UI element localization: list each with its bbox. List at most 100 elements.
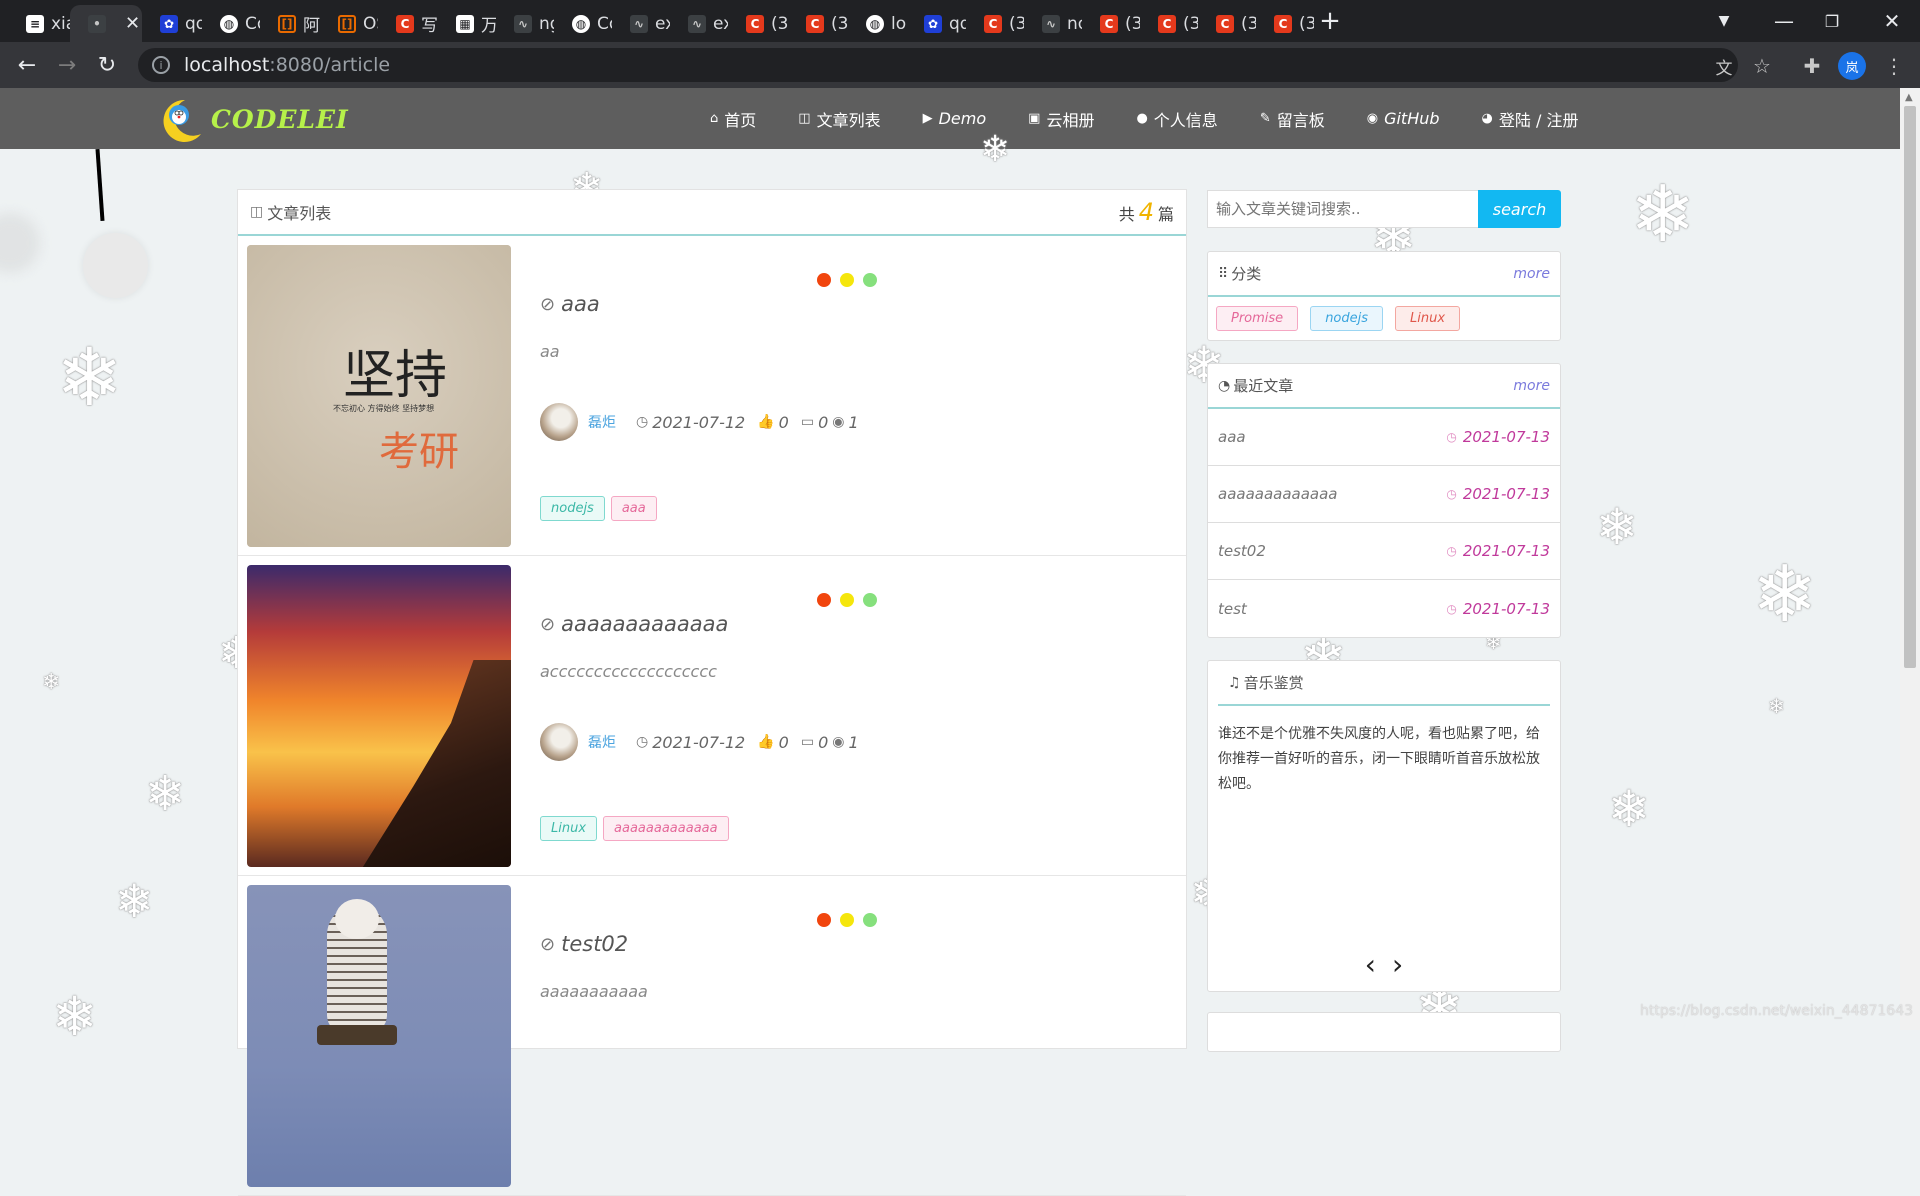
thumbs-up-icon: 👍: [757, 414, 775, 430]
back-arrow-icon[interactable]: ←: [12, 50, 42, 80]
recent-articles-box: ◔ 最近文章 more aaa ◷ 2021-07-13 aaaaaaaaaaaaa…: [1207, 363, 1561, 638]
browser-tab[interactable]: C (33: [728, 5, 788, 42]
window-close-button[interactable]: ✕: [1862, 0, 1920, 42]
nav-item[interactable]: ⌂ 首页: [710, 107, 756, 131]
browser-tab[interactable]: C (33: [966, 5, 1024, 42]
tag[interactable]: Linux: [540, 816, 598, 841]
tag[interactable]: nodejs: [540, 496, 605, 521]
article-desc: aa: [540, 342, 560, 361]
article-card[interactable]: ⊘ test02 aaaaaaaaaaa: [238, 876, 1186, 1196]
author-avatar[interactable]: [540, 723, 578, 761]
browser-tab[interactable]: C (33: [788, 5, 848, 42]
tag[interactable]: aaa: [610, 496, 657, 521]
category-tag[interactable]: Linux: [1395, 306, 1461, 331]
category-more-link[interactable]: more: [1513, 266, 1550, 282]
tab-favicon-icon: ◍: [866, 14, 884, 33]
tab-label: (33: [831, 13, 848, 34]
browser-tab[interactable]: ≡ xia: [8, 5, 70, 42]
tab-close-icon[interactable]: ✕: [125, 13, 140, 34]
like-button[interactable]: 👍 0: [757, 413, 789, 432]
bookmark-star-icon[interactable]: ☆: [1748, 52, 1776, 80]
scroll-up-icon[interactable]: ▲: [1905, 92, 1913, 103]
browser-tab[interactable]: C 写文: [378, 5, 438, 42]
extensions-icon[interactable]: ✚: [1798, 52, 1826, 80]
browser-tab[interactable]: [] OS: [320, 5, 378, 42]
browser-tab[interactable]: [] 阿里: [260, 5, 320, 42]
like-button[interactable]: 👍 0: [757, 733, 789, 752]
url-field[interactable]: i localhost:8080/article: [138, 48, 1738, 82]
article-card[interactable]: 坚持 不忘初心 方得始终 坚持梦想 考研 ⊘ aaa aa 磊炬 ◷ 2021-07…: [238, 236, 1186, 556]
nav-item[interactable]: ◕ 登陆 / 注册: [1482, 107, 1579, 131]
nav-item-label: 首页: [724, 110, 757, 130]
author-avatar[interactable]: [540, 403, 578, 441]
recent-article-item[interactable]: test ◷ 2021-07-13: [1208, 580, 1560, 637]
clock-icon: ◷: [1446, 430, 1457, 444]
page-scrollbar[interactable]: ▲: [1900, 88, 1920, 1030]
browser-tab[interactable]: C (33: [1140, 5, 1198, 42]
recent-article-item[interactable]: aaaaaaaaaaaaa ◷ 2021-07-13: [1208, 466, 1560, 523]
category-tag[interactable]: Promise: [1216, 306, 1299, 331]
nav-item-label: 留言板: [1276, 110, 1325, 130]
article-title[interactable]: ⊘ test02: [540, 932, 628, 956]
browser-tab[interactable]: C (33: [1082, 5, 1140, 42]
search-button[interactable]: search: [1478, 190, 1561, 228]
profile-avatar[interactable]: 岚: [1838, 52, 1866, 80]
browser-tab[interactable]: ✿ qq: [142, 5, 202, 42]
nav-item-label: Demo: [938, 109, 987, 128]
article-thumbnail[interactable]: [247, 565, 511, 867]
dot-yellow: [840, 273, 854, 287]
translate-icon[interactable]: 文: [1710, 52, 1738, 80]
browser-tab[interactable]: ◍ Co: [202, 5, 260, 42]
category-tag[interactable]: nodejs: [1310, 306, 1384, 331]
browser-tab[interactable]: ∿ ngi: [496, 5, 554, 42]
nav-item[interactable]: ✎ 留言板: [1260, 107, 1325, 131]
article-thumbnail[interactable]: 坚持 不忘初心 方得始终 坚持梦想 考研: [247, 245, 511, 547]
browser-tab[interactable]: ◍ Co: [554, 5, 612, 42]
forward-arrow-icon[interactable]: →: [52, 50, 82, 80]
article-title[interactable]: ⊘ aaaaaaaaaaaaa: [540, 612, 728, 636]
browser-tab[interactable]: • ✕: [70, 5, 142, 42]
nav-item[interactable]: ▣ 云相册: [1028, 107, 1094, 131]
tab-favicon-icon: ◍: [220, 14, 238, 33]
author-name[interactable]: 磊炬: [588, 732, 616, 752]
author-name[interactable]: 磊炬: [588, 412, 616, 432]
tab-search-icon[interactable]: ▼: [1694, 0, 1754, 42]
article-card[interactable]: ⊘ aaaaaaaaaaaaa accccccccccccccccccc 磊炬 ◷…: [238, 556, 1186, 876]
recent-article-item[interactable]: test02 ◷ 2021-07-13: [1208, 523, 1560, 580]
prev-arrow-icon[interactable]: ‹: [1365, 948, 1376, 981]
next-sidebar-box: [1207, 1012, 1561, 1052]
new-tab-button[interactable]: +: [1300, 0, 1360, 42]
site-info-icon[interactable]: i: [152, 56, 170, 74]
music-header: ♫ 音乐鉴赏: [1218, 661, 1550, 706]
recent-more-link[interactable]: more: [1513, 378, 1550, 394]
thumb-text-main: 坚持: [343, 346, 448, 406]
comment-count: ▭ 0: [800, 732, 829, 752]
article-thumbnail[interactable]: [247, 885, 511, 1187]
browser-tab[interactable]: ∿ exp: [670, 5, 728, 42]
browser-tab[interactable]: ∿ no: [1024, 5, 1082, 42]
nav-item[interactable]: ◉ GitHub: [1367, 109, 1440, 128]
nav-item[interactable]: ◫ 文章列表: [798, 107, 880, 131]
tab-favicon-icon: ∿: [514, 14, 532, 33]
category-tags: Promise nodejs Linux: [1208, 297, 1560, 340]
clock-icon: ◷: [636, 414, 649, 430]
scroll-thumb[interactable]: [1904, 106, 1916, 668]
reload-icon[interactable]: ↻: [92, 50, 122, 80]
recent-article-item[interactable]: aaa ◷ 2021-07-13: [1208, 409, 1560, 466]
browser-tab[interactable]: ▦ 万年: [438, 5, 496, 42]
nav-item[interactable]: ● 个人信息: [1136, 107, 1217, 131]
maximize-button[interactable]: ❐: [1802, 0, 1862, 42]
browser-tab[interactable]: C (33: [1198, 5, 1256, 42]
search-input[interactable]: [1207, 190, 1478, 228]
browser-tab[interactable]: ∿ exp: [612, 5, 670, 42]
browser-tab[interactable]: ✿ qq: [906, 5, 966, 42]
browser-tab[interactable]: ◍ loc: [848, 5, 906, 42]
article-title[interactable]: ⊘ aaa: [540, 292, 600, 316]
youtube-icon: ▶: [922, 111, 933, 126]
tag[interactable]: aaaaaaaaaaaaa: [603, 816, 729, 841]
nav-item[interactable]: ▶ Demo: [923, 109, 987, 128]
site-logo[interactable]: CODELEI: [155, 96, 349, 142]
menu-dots-icon[interactable]: ⋮: [1880, 52, 1908, 80]
address-bar: ← → ↻ i localhost:8080/article 文 ☆ ✚ 岚 ⋮: [0, 42, 1920, 88]
next-arrow-icon[interactable]: ›: [1392, 948, 1403, 981]
